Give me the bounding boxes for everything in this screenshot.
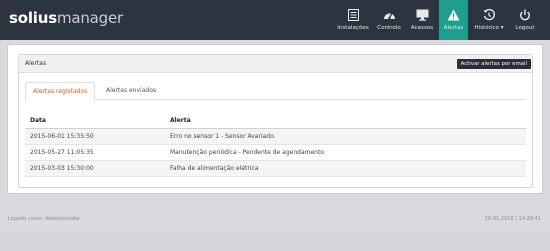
cell-alert: Erro no sensor 1 - Sensor Avariado. [165, 128, 526, 145]
panel-title: Alertas [25, 60, 47, 67]
alerts-tabs: Alertas registados Alertas enviados [25, 82, 526, 101]
history-icon [481, 8, 497, 21]
activate-email-alerts-button[interactable]: Activar alertas por email [456, 59, 531, 69]
tab-alertas-enviados[interactable]: Alertas enviados [99, 82, 163, 100]
gauge-icon [381, 8, 397, 21]
panel-header: Alertas Activar alertas por email [19, 55, 532, 73]
table-row: 2015-06-01 15:35:50 Erro no sensor 1 - S… [25, 128, 526, 145]
table-row: 2015-03-03 15:30:00 Falha de alimentação… [25, 160, 526, 177]
warning-icon [446, 8, 462, 21]
nav-label: Logout [515, 25, 535, 31]
alerts-box: Alertas Activar alertas por email Alerta… [18, 54, 533, 188]
logo-primary: solius [9, 9, 57, 27]
nav-label: Histórico ▾ [474, 25, 504, 31]
cell-date: 2015-05-27 11:05:35 [25, 144, 165, 161]
cell-date: 2015-06-01 15:35:50 [25, 128, 165, 145]
table-row: 2015-05-27 11:05:35 Manutenção periódica… [25, 144, 526, 161]
main-panel: Alertas Activar alertas por email Alerta… [7, 44, 543, 194]
app-logo[interactable]: solius manager [9, 9, 123, 29]
cell-alert: Manutenção periódica - Pendente de agend… [165, 144, 526, 161]
logged-in-user: Logado como: Administrador [8, 216, 81, 222]
nav-item-logout[interactable]: Logout [511, 0, 539, 40]
top-navbar: solius manager Instalações Controlo Acess… [0, 0, 550, 40]
footer-datetime: 29-01-2016 | 14:28:41 [484, 216, 541, 222]
alerts-table: Data Alerta 2015-06-01 15:35:50 Erro no … [25, 113, 526, 177]
list-icon [345, 8, 361, 21]
nav-item-acessos[interactable]: Acessos [407, 0, 437, 40]
power-icon [517, 8, 533, 21]
nav-label: Alertas [443, 25, 464, 31]
bottom-band [0, 231, 550, 251]
nav-item-historico[interactable]: Histórico ▾ [471, 0, 507, 40]
column-header-data: Data [25, 113, 165, 129]
logo-secondary: manager [56, 9, 123, 27]
nav-label: Controlo [377, 25, 401, 31]
column-header-alerta: Alerta [165, 113, 526, 129]
nav-item-alertas[interactable]: Alertas [439, 0, 468, 40]
nav-item-instalacoes[interactable]: Instalações [334, 0, 372, 40]
tab-alertas-registados[interactable]: Alertas registados [25, 82, 96, 101]
table-header-row: Data Alerta [25, 113, 526, 129]
nav-item-controlo[interactable]: Controlo [374, 0, 404, 40]
cell-alert: Falha de alimentação elétrica [165, 160, 526, 177]
nav-label: Acessos [410, 25, 434, 31]
nav-label: Instalações [337, 25, 369, 31]
monitor-icon [414, 8, 430, 21]
cell-date: 2015-03-03 15:30:00 [25, 160, 165, 177]
